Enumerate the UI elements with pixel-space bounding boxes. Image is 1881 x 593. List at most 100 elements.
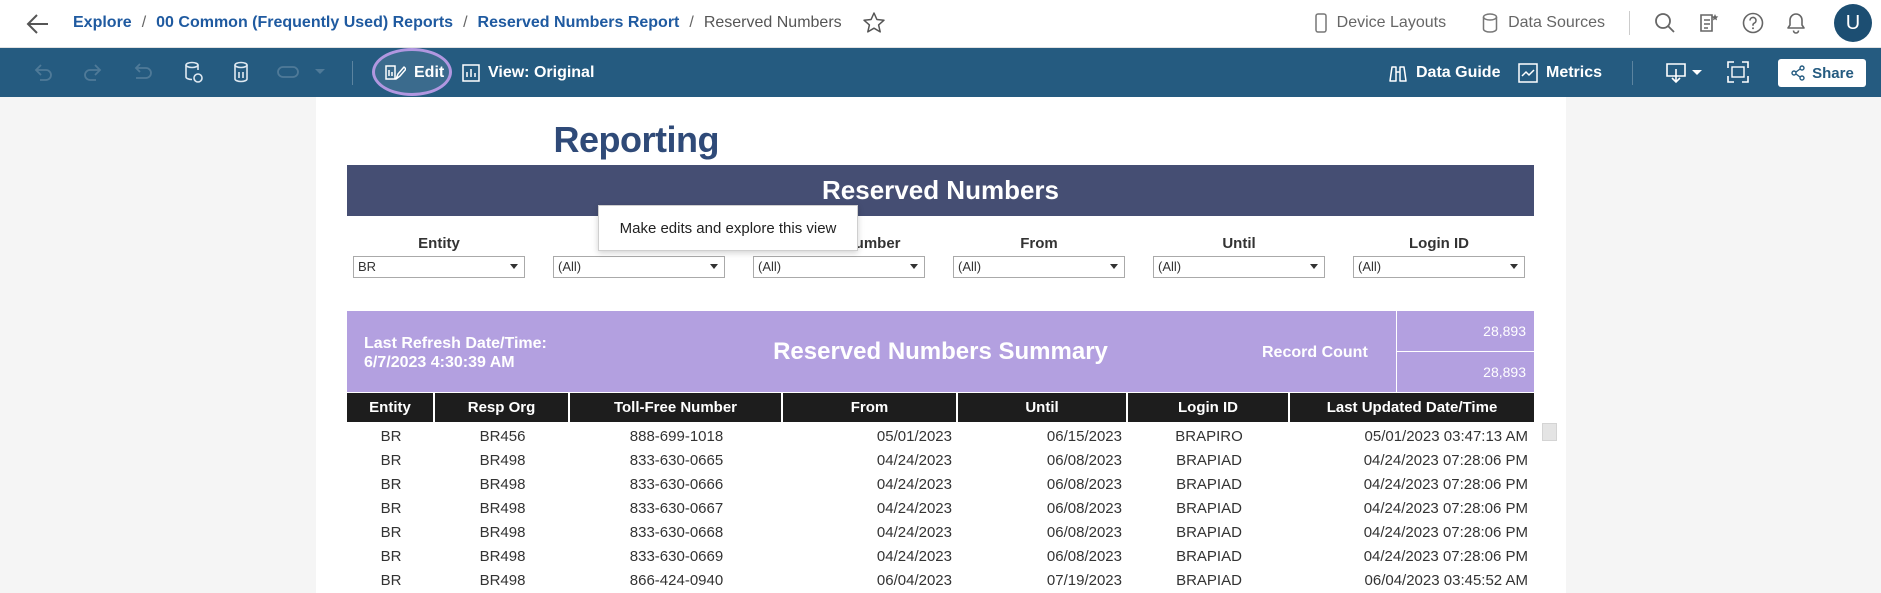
filter-label: Until (1222, 235, 1256, 252)
table-cell: BRAPIAD (1176, 499, 1242, 517)
filter-dropdown[interactable]: (All) (953, 256, 1125, 278)
pause-data-icon[interactable] (232, 60, 252, 86)
filter-dropdown[interactable]: (All) (553, 256, 725, 278)
table-cell: 833-630-0665 (629, 451, 724, 469)
data-guide-button[interactable]: Data Guide (1388, 48, 1500, 97)
undo-icon[interactable] (32, 60, 54, 84)
table-cell: 06/08/2023 (1046, 475, 1122, 493)
breadcrumb-explore[interactable]: Explore (73, 14, 132, 32)
notifications-button[interactable] (1786, 12, 1806, 34)
table-cell: 866-424-0940 (629, 571, 724, 589)
table-row[interactable]: BR BR498 833-630-0667 04/24/2023 06/08/2023 B… (347, 496, 1534, 520)
table-row[interactable]: BR BR498 833-630-0668 04/24/2023 06/08/2023 B… (347, 520, 1534, 544)
table-row[interactable]: BR BR498 833-630-0666 04/24/2023 06/08/2023 B… (347, 472, 1534, 496)
column-header[interactable]: Last Updated Date/Time (1290, 393, 1534, 422)
table-cell: 04/24/2023 07:28:06 PM (1363, 499, 1528, 517)
breadcrumb-current: Reserved Numbers (703, 14, 842, 31)
column-header[interactable]: Login ID (1128, 393, 1290, 422)
share-icon (1791, 65, 1805, 81)
last-refresh: Last Refresh Date/Time: 6/7/2023 4:30:39… (364, 334, 604, 372)
view-original-button[interactable]: View: Original (462, 48, 594, 97)
record-count-cells: 28,893 28,893 (1396, 311, 1534, 392)
dropdown-arrow-icon (910, 264, 918, 269)
help-button[interactable] (1742, 12, 1764, 34)
top-navigation-bar: Explore / 00 Common (Frequently Used) Re… (0, 0, 1881, 48)
download-icon[interactable] (1664, 61, 1704, 85)
mobile-device-icon (1314, 13, 1327, 33)
filter-dropdown[interactable]: BR (353, 256, 525, 278)
user-avatar[interactable]: U (1834, 4, 1872, 42)
table-cell: BR498 (479, 451, 526, 469)
breadcrumb-common-reports[interactable]: 00 Common (Frequently Used) Reports (156, 14, 453, 32)
column-header[interactable]: Entity (347, 393, 435, 422)
table-row[interactable]: BR BR498 866-424-0940 06/04/2023 07/19/2023 B… (347, 568, 1534, 592)
toolbar-divider (352, 61, 353, 85)
search-icon (1655, 13, 1675, 33)
filter-label: From (1020, 235, 1058, 252)
column-header[interactable]: Resp Org (435, 393, 570, 422)
fullscreen-icon[interactable] (1727, 61, 1749, 83)
filter-entity[interactable]: Entity BR (353, 235, 525, 278)
table-cell: 06/08/2023 (1046, 547, 1122, 565)
record-count-value: 28,893 (1483, 323, 1526, 339)
bell-icon (1787, 13, 1805, 34)
filter-until[interactable]: Until (All) (1153, 235, 1325, 278)
table-cell: BR498 (479, 475, 526, 493)
column-header[interactable]: From (783, 393, 958, 422)
record-count-value: 28,893 (1397, 351, 1534, 391)
summary-banner: Last Refresh Date/Time: 6/7/2023 4:30:39… (347, 311, 1534, 392)
filter-value: (All) (558, 259, 582, 274)
share-label: Share (1812, 64, 1854, 82)
table-row[interactable]: BR BR456 888-699-1018 05/01/2023 06/15/2023 B… (347, 424, 1534, 448)
search-button[interactable] (1654, 12, 1676, 34)
back-arrow-icon[interactable] (26, 13, 50, 35)
filter-value: (All) (758, 259, 782, 274)
table-cell: 07/19/2023 (1046, 571, 1122, 589)
edit-button[interactable]: Edit (384, 48, 444, 97)
dashboard-title: Reserved Numbers (347, 165, 1534, 216)
table-cell: BRAPIAD (1176, 451, 1242, 469)
divider (1629, 11, 1630, 35)
device-layouts-button[interactable]: Device Layouts (1314, 13, 1446, 33)
breadcrumb-reserved-numbers-report[interactable]: Reserved Numbers Report (478, 14, 680, 32)
metrics-icon (1518, 62, 1538, 83)
column-header[interactable]: Toll-Free Number (570, 393, 783, 422)
table-cell: 833-630-0669 (629, 547, 724, 565)
table-cell: 04/24/2023 07:28:06 PM (1363, 475, 1528, 493)
share-button[interactable]: Share (1778, 59, 1866, 87)
table-cell: 04/24/2023 (876, 523, 952, 541)
redo-icon[interactable] (82, 60, 104, 84)
column-header[interactable]: Until (958, 393, 1128, 422)
filter-dropdown[interactable]: (All) (1153, 256, 1325, 278)
table-cell: BR498 (479, 499, 526, 517)
table-cell: 05/01/2023 (876, 427, 952, 445)
filter-value: BR (358, 259, 377, 274)
table-cell: BR (380, 547, 402, 565)
breadcrumb-separator: / (463, 14, 468, 31)
table-cell: 04/24/2023 07:28:06 PM (1363, 547, 1528, 565)
table-row[interactable]: BR BR498 833-630-0665 04/24/2023 06/08/2023 B… (347, 448, 1534, 472)
filter-dropdown[interactable]: (All) (1353, 256, 1525, 278)
table-scrollbar[interactable] (1542, 423, 1557, 441)
table-cell: 06/08/2023 (1046, 523, 1122, 541)
table-cell: 04/24/2023 (876, 475, 952, 493)
filter-dropdown[interactable]: (All) (753, 256, 925, 278)
table-row[interactable]: BR BR498 833-630-0669 04/24/2023 06/08/2023 B… (347, 544, 1534, 568)
filter-login-id[interactable]: Login ID (All) (1353, 235, 1525, 278)
table-cell: BR (380, 571, 402, 589)
table-cell: BRAPIRO (1175, 427, 1243, 445)
favorite-star-icon[interactable] (862, 11, 886, 35)
collections-button[interactable] (1698, 12, 1720, 34)
revert-icon[interactable] (130, 60, 154, 84)
data-sources-button[interactable]: Data Sources (1482, 13, 1605, 33)
refresh-data-icon[interactable] (183, 60, 205, 86)
table-cell: 04/24/2023 07:28:06 PM (1363, 523, 1528, 541)
chevron-down-icon[interactable] (314, 68, 326, 76)
swap-icon[interactable] (276, 62, 300, 82)
filter-from[interactable]: From (All) (953, 235, 1125, 278)
dashboard-canvas: Reporting Reserved Numbers Entity BR Res… (316, 97, 1566, 593)
metrics-button[interactable]: Metrics (1518, 48, 1602, 97)
table-cell: BR (380, 475, 402, 493)
view-label: View: Original (488, 63, 595, 81)
dropdown-arrow-icon (1310, 264, 1318, 269)
